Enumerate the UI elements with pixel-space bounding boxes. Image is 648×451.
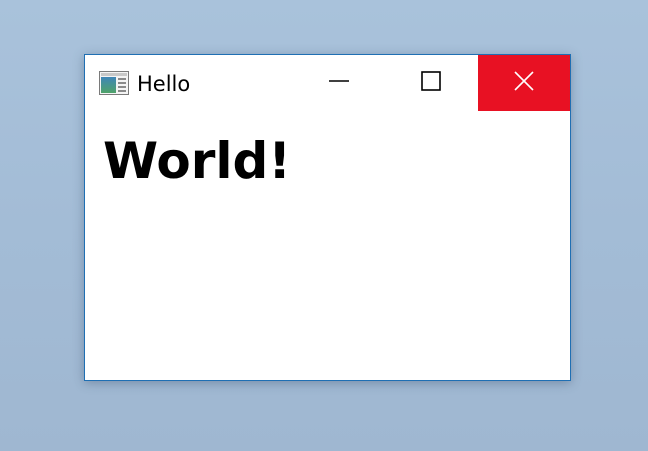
window-title: Hello — [137, 72, 191, 96]
minimize-icon — [328, 70, 350, 96]
maximize-button[interactable] — [385, 55, 477, 111]
title-bar[interactable]: Hello — [85, 55, 570, 111]
window-content: World! — [103, 131, 291, 191]
window-app-icon — [99, 71, 129, 95]
maximize-icon — [420, 70, 442, 96]
content-heading: World! — [103, 132, 292, 190]
app-window: Hello World! — [84, 54, 571, 381]
close-button[interactable] — [478, 55, 570, 111]
close-icon — [513, 70, 535, 96]
minimize-button[interactable] — [293, 55, 385, 111]
